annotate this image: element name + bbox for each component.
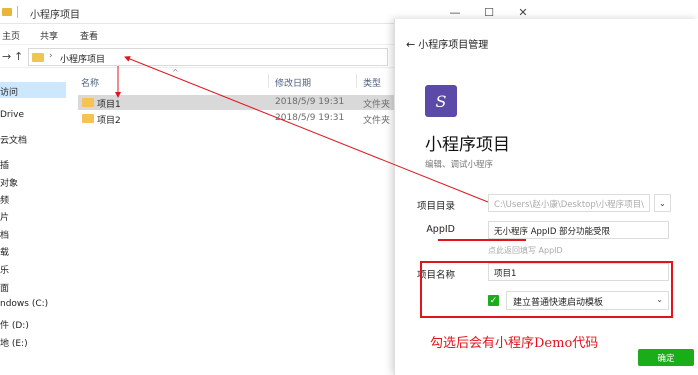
chevron-right-icon: › xyxy=(49,51,53,61)
breadcrumb[interactable]: 小程序项目 xyxy=(60,52,105,65)
sidebar-item-music[interactable]: 乐 xyxy=(0,263,9,276)
appid-underline-annotation xyxy=(438,239,526,241)
file-date: 2018/5/9 19:31 xyxy=(275,97,345,107)
sidebar-item-drive-d[interactable]: 件 (D:) xyxy=(0,318,29,331)
file-name: 项目1 xyxy=(97,100,121,110)
title-separator xyxy=(17,6,18,18)
app-logo-icon: S xyxy=(425,85,457,117)
sidebar-item-drive-c[interactable]: ndows (C:) xyxy=(0,299,48,309)
back-label: 小程序项目管理 xyxy=(418,40,489,51)
tab-share[interactable]: 共享 xyxy=(40,29,58,42)
forward-icon[interactable]: → xyxy=(2,50,11,63)
sidebar-item-pictures[interactable]: 片 xyxy=(0,210,9,223)
file-type: 文件夹 xyxy=(363,116,391,126)
back-button[interactable]: ← 小程序项目管理 xyxy=(406,36,488,51)
file-type: 文件夹 xyxy=(363,100,391,110)
address-path[interactable]: › 小程序项目 xyxy=(28,48,388,66)
sidebar-item-documents[interactable]: 档 xyxy=(0,228,9,241)
sidebar-item-drive-e[interactable]: 地 (E:) xyxy=(0,336,28,349)
file-row[interactable]: 项目2 2018/5/9 19:31 文件夹 xyxy=(78,111,398,126)
page-title: 小程序项目 xyxy=(425,135,510,155)
sort-ascending-icon: ^ xyxy=(172,68,179,77)
sidebar-item-desktop[interactable]: 面 xyxy=(0,281,9,294)
file-date: 2018/5/9 19:31 xyxy=(275,113,345,123)
up-icon[interactable]: ↑ xyxy=(14,50,23,63)
appid-label: AppID xyxy=(426,224,455,235)
file-row[interactable]: 项目1 2018/5/9 19:31 文件夹 xyxy=(78,95,398,110)
folder-icon xyxy=(82,114,94,123)
chevron-down-icon[interactable]: ⌄ xyxy=(654,194,671,212)
sidebar-item[interactable]: 插 xyxy=(0,158,9,171)
appid-hint-link[interactable]: 点此返回填写 AppID xyxy=(488,245,563,256)
project-manager-panel: ← 小程序项目管理 S 小程序项目 编辑、调试小程序 项目目录 C:\Users\… xyxy=(394,19,698,375)
sidebar-item-cloud-docs[interactable]: 云文档 xyxy=(0,133,27,146)
folder-icon xyxy=(32,53,44,62)
column-header-name[interactable]: 名称 xyxy=(81,76,99,89)
folder-icon xyxy=(82,98,94,107)
folder-icon xyxy=(2,8,12,16)
column-divider[interactable] xyxy=(356,74,357,88)
sidebar-item-videos[interactable]: 频 xyxy=(0,193,9,206)
sidebar-item-3d-objects[interactable]: 对象 xyxy=(0,176,18,189)
screen: 小程序项目 — ☐ ✕ 主页 共享 查看 → ↑ › 小程序项目 访问 Driv… xyxy=(0,0,698,375)
annotation-text: 勾选后会有小程序Demo代码 xyxy=(430,336,599,351)
tab-view[interactable]: 查看 xyxy=(80,29,98,42)
file-name: 项目2 xyxy=(97,116,121,126)
column-header-type[interactable]: 类型 xyxy=(363,76,381,89)
highlight-box-annotation xyxy=(420,261,673,318)
sidebar-item-onedrive[interactable]: Drive xyxy=(0,110,24,120)
window-title: 小程序项目 xyxy=(30,10,80,21)
project-dir-label: 项目目录 xyxy=(416,201,455,212)
back-arrow-icon: ← xyxy=(406,38,416,51)
column-header-date[interactable]: 修改日期 xyxy=(275,76,311,89)
appid-field[interactable]: 无小程序 AppID 部分功能受限 xyxy=(488,221,669,239)
project-dir-field[interactable]: C:\Users\赵小康\Desktop\小程序项目\ xyxy=(488,194,650,212)
page-subtitle: 编辑、调试小程序 xyxy=(425,160,494,170)
confirm-button[interactable]: 确定 xyxy=(638,349,694,366)
navigation-pane: 访问 Drive 云文档 插 对象 频 片 档 载 乐 面 ndows (C:)… xyxy=(0,76,72,375)
column-divider[interactable] xyxy=(268,74,269,88)
sidebar-item-quick-access[interactable]: 访问 xyxy=(0,82,66,98)
sidebar-item-downloads[interactable]: 载 xyxy=(0,245,9,258)
tab-home[interactable]: 主页 xyxy=(2,29,20,42)
